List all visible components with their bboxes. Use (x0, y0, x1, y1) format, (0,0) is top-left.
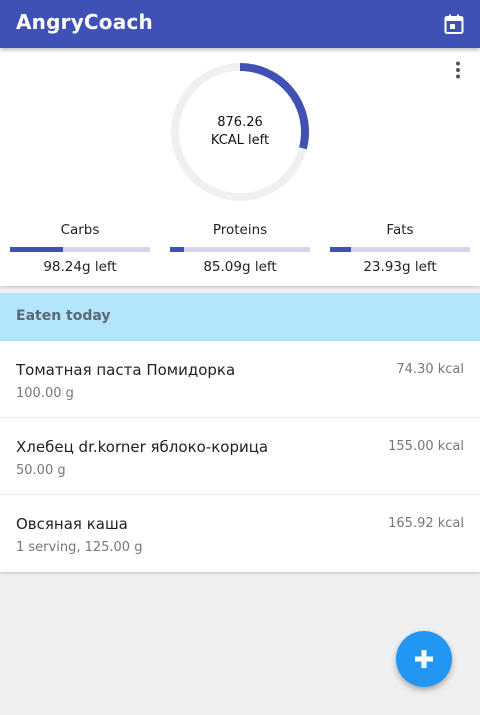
eaten-food-list: Томатная паста Помидорка 100.00 g 74.30 … (0, 341, 480, 572)
food-name: Томатная паста Помидорка (16, 361, 236, 379)
food-kcal: 165.92 kcal (388, 516, 464, 531)
food-item[interactable]: Хлебец dr.korner яблоко-корица 50.00 g 1… (0, 418, 480, 495)
food-kcal: 155.00 kcal (388, 439, 464, 454)
macro-fats: Fats 23.93g left (330, 220, 470, 275)
add-food-button[interactable] (396, 631, 452, 687)
food-item[interactable]: Овсяная каша 1 serving, 125.00 g 165.92 … (0, 495, 480, 572)
macro-progress-track (10, 247, 150, 252)
eaten-today-header: Eaten today (0, 293, 480, 341)
app-bar: AngryCoach (0, 0, 480, 48)
macro-progress-track (330, 247, 470, 252)
macro-carbs: Carbs 98.24g left (10, 220, 150, 275)
summary-card: 876.26 KCAL left Carbs 98.24g left Prote… (0, 48, 480, 286)
macro-progress-fill (170, 247, 184, 252)
macro-left-value: 98.24g left (43, 259, 117, 275)
kcal-left-label: KCAL left (210, 133, 270, 148)
food-name: Хлебец dr.korner яблоко-корица (16, 438, 269, 456)
kcal-left-value: 876.26 (217, 115, 263, 130)
macro-left-value: 85.09g left (203, 259, 277, 275)
macro-proteins: Proteins 85.09g left (170, 220, 310, 275)
macro-name: Proteins (212, 222, 268, 238)
food-amount: 100.00 g (16, 386, 74, 401)
section-title: Eaten today (16, 308, 111, 324)
food-amount: 50.00 g (16, 463, 66, 478)
calendar-icon[interactable] (442, 12, 466, 36)
food-amount: 1 serving, 125.00 g (16, 540, 143, 555)
macro-progress-fill (330, 247, 351, 252)
macro-progress-track (170, 247, 310, 252)
macro-left-value: 23.93g left (363, 259, 437, 275)
food-name: Овсяная каша (16, 515, 128, 533)
app-title: AngryCoach (16, 10, 153, 34)
macro-name: Carbs (60, 222, 100, 238)
macro-name: Fats (386, 222, 414, 238)
food-item[interactable]: Томатная паста Помидорка 100.00 g 74.30 … (0, 341, 480, 418)
kcal-progress-ring: 876.26 KCAL left (169, 61, 311, 203)
plus-icon (415, 650, 433, 668)
more-vert-icon[interactable] (448, 60, 468, 80)
macro-progress-fill (10, 247, 64, 252)
food-kcal: 74.30 kcal (396, 362, 464, 377)
